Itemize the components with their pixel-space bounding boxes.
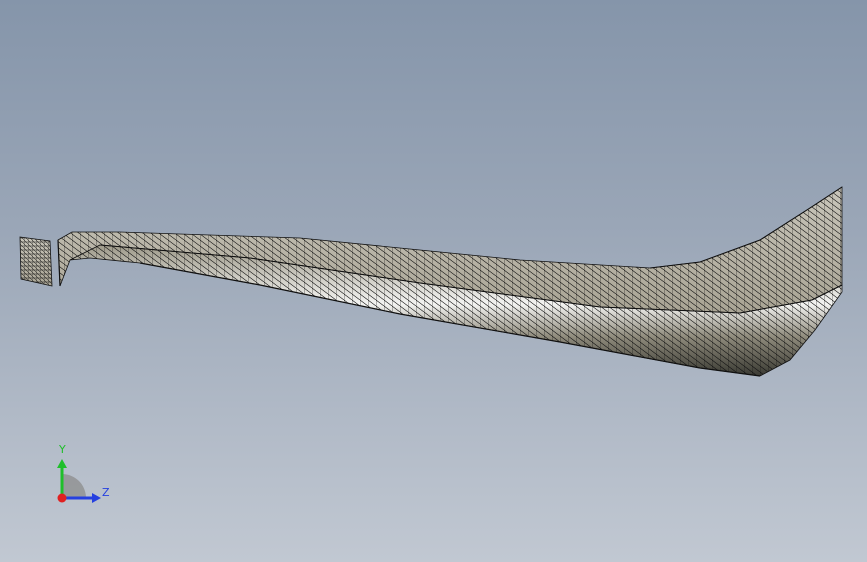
- y-axis-label: Y: [59, 443, 66, 456]
- triad-graphic: [57, 459, 101, 503]
- x-axis-dot-icon: [57, 493, 67, 503]
- graphics-viewport[interactable]: Y Z: [0, 0, 867, 562]
- z-axis-label: Z: [102, 486, 110, 499]
- meshed-model[interactable]: [0, 0, 867, 562]
- triad-plane-icon: [62, 474, 86, 498]
- left-mesh-block: [19, 236, 53, 287]
- coordinate-triad: Y Z: [40, 440, 120, 510]
